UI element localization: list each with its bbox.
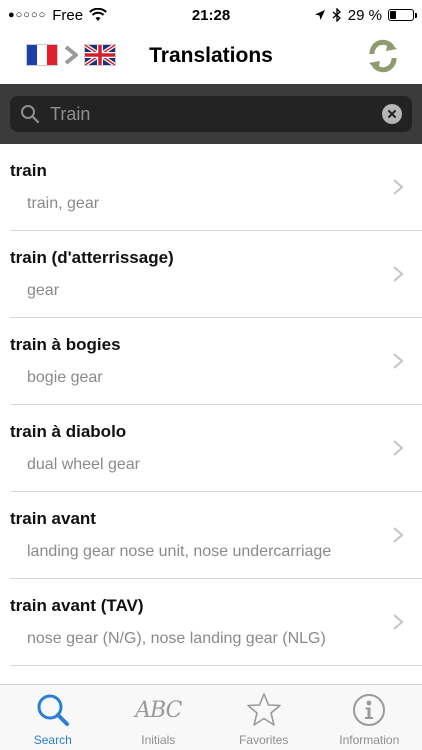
chevron-right-icon [393, 353, 404, 369]
swap-icon[interactable] [366, 38, 400, 74]
results-list: train train, gear train (d'atterrissage)… [0, 144, 422, 684]
list-item[interactable]: train à bogies bogie gear [10, 318, 422, 405]
chevron-right-icon [393, 440, 404, 456]
nav-bar: Translations [0, 30, 422, 84]
abc-icon: ABC [135, 691, 182, 729]
tab-information[interactable]: Information [317, 685, 422, 750]
battery-percent: 29 % [347, 6, 382, 24]
search-input[interactable] [50, 103, 382, 125]
bluetooth-icon [332, 8, 341, 22]
tab-search[interactable]: Search [0, 685, 106, 750]
close-icon [388, 110, 396, 118]
battery-level [390, 11, 397, 19]
abc-text: ABC [135, 697, 182, 723]
carrier-name: Free [52, 6, 84, 24]
tab-label: Search [33, 733, 72, 747]
search-field[interactable] [10, 96, 412, 132]
tab-initials[interactable]: ABC Initials [106, 685, 212, 750]
list-item[interactable]: train à diabolo dual wheel gear [10, 405, 422, 492]
tab-bar: Search ABC Initials Favorites Informatio… [0, 684, 422, 750]
wifi-icon [89, 8, 107, 21]
tab-label: Favorites [239, 733, 289, 747]
result-translation: landing gear nose unit, nose undercarria… [27, 543, 332, 560]
chevron-right-icon [393, 266, 404, 282]
tab-label: Initials [141, 733, 176, 747]
page-title: Translations [149, 44, 273, 67]
chevron-right-icon [393, 527, 404, 543]
info-icon [350, 691, 388, 729]
status-right: 29 % [314, 6, 417, 24]
list-item[interactable]: train avant (TAV) nose gear (N/G), nose … [10, 579, 422, 666]
status-left: ●○○○○ Free [8, 7, 107, 24]
list-item[interactable]: train train, gear [10, 144, 422, 231]
result-term: train [10, 161, 47, 180]
tab-favorites[interactable]: Favorites [211, 685, 317, 750]
signal-dots-icon: ●○○○○ [8, 9, 47, 21]
result-translation: nose gear (N/G), nose landing gear (NLG) [27, 630, 326, 647]
chevron-right-icon [393, 614, 404, 630]
search-bar [0, 84, 422, 144]
star-icon [245, 691, 283, 729]
result-term: train à diabolo [10, 422, 127, 441]
status-bar: ●○○○○ Free 21:28 29 % [0, 0, 422, 30]
search-icon [21, 105, 40, 124]
search-icon [34, 691, 72, 729]
result-translation: gear [27, 282, 60, 299]
clear-search-button[interactable] [382, 104, 402, 124]
result-term: train avant [10, 509, 96, 528]
list-item[interactable]: train avant landing gear nose unit, nose… [10, 492, 422, 579]
list-item[interactable]: train (d'atterrissage) gear [10, 231, 422, 318]
result-term: train à bogies [10, 335, 121, 354]
battery-icon [388, 9, 417, 21]
location-arrow-icon [314, 10, 325, 20]
result-translation: bogie gear [27, 369, 103, 386]
result-term: train (d'atterrissage) [10, 248, 174, 267]
result-translation: train, gear [27, 195, 100, 212]
chevron-right-icon [393, 179, 404, 195]
result-term: train avant (TAV) [10, 596, 144, 615]
tab-label: Information [339, 733, 400, 747]
result-translation: dual wheel gear [27, 456, 140, 473]
